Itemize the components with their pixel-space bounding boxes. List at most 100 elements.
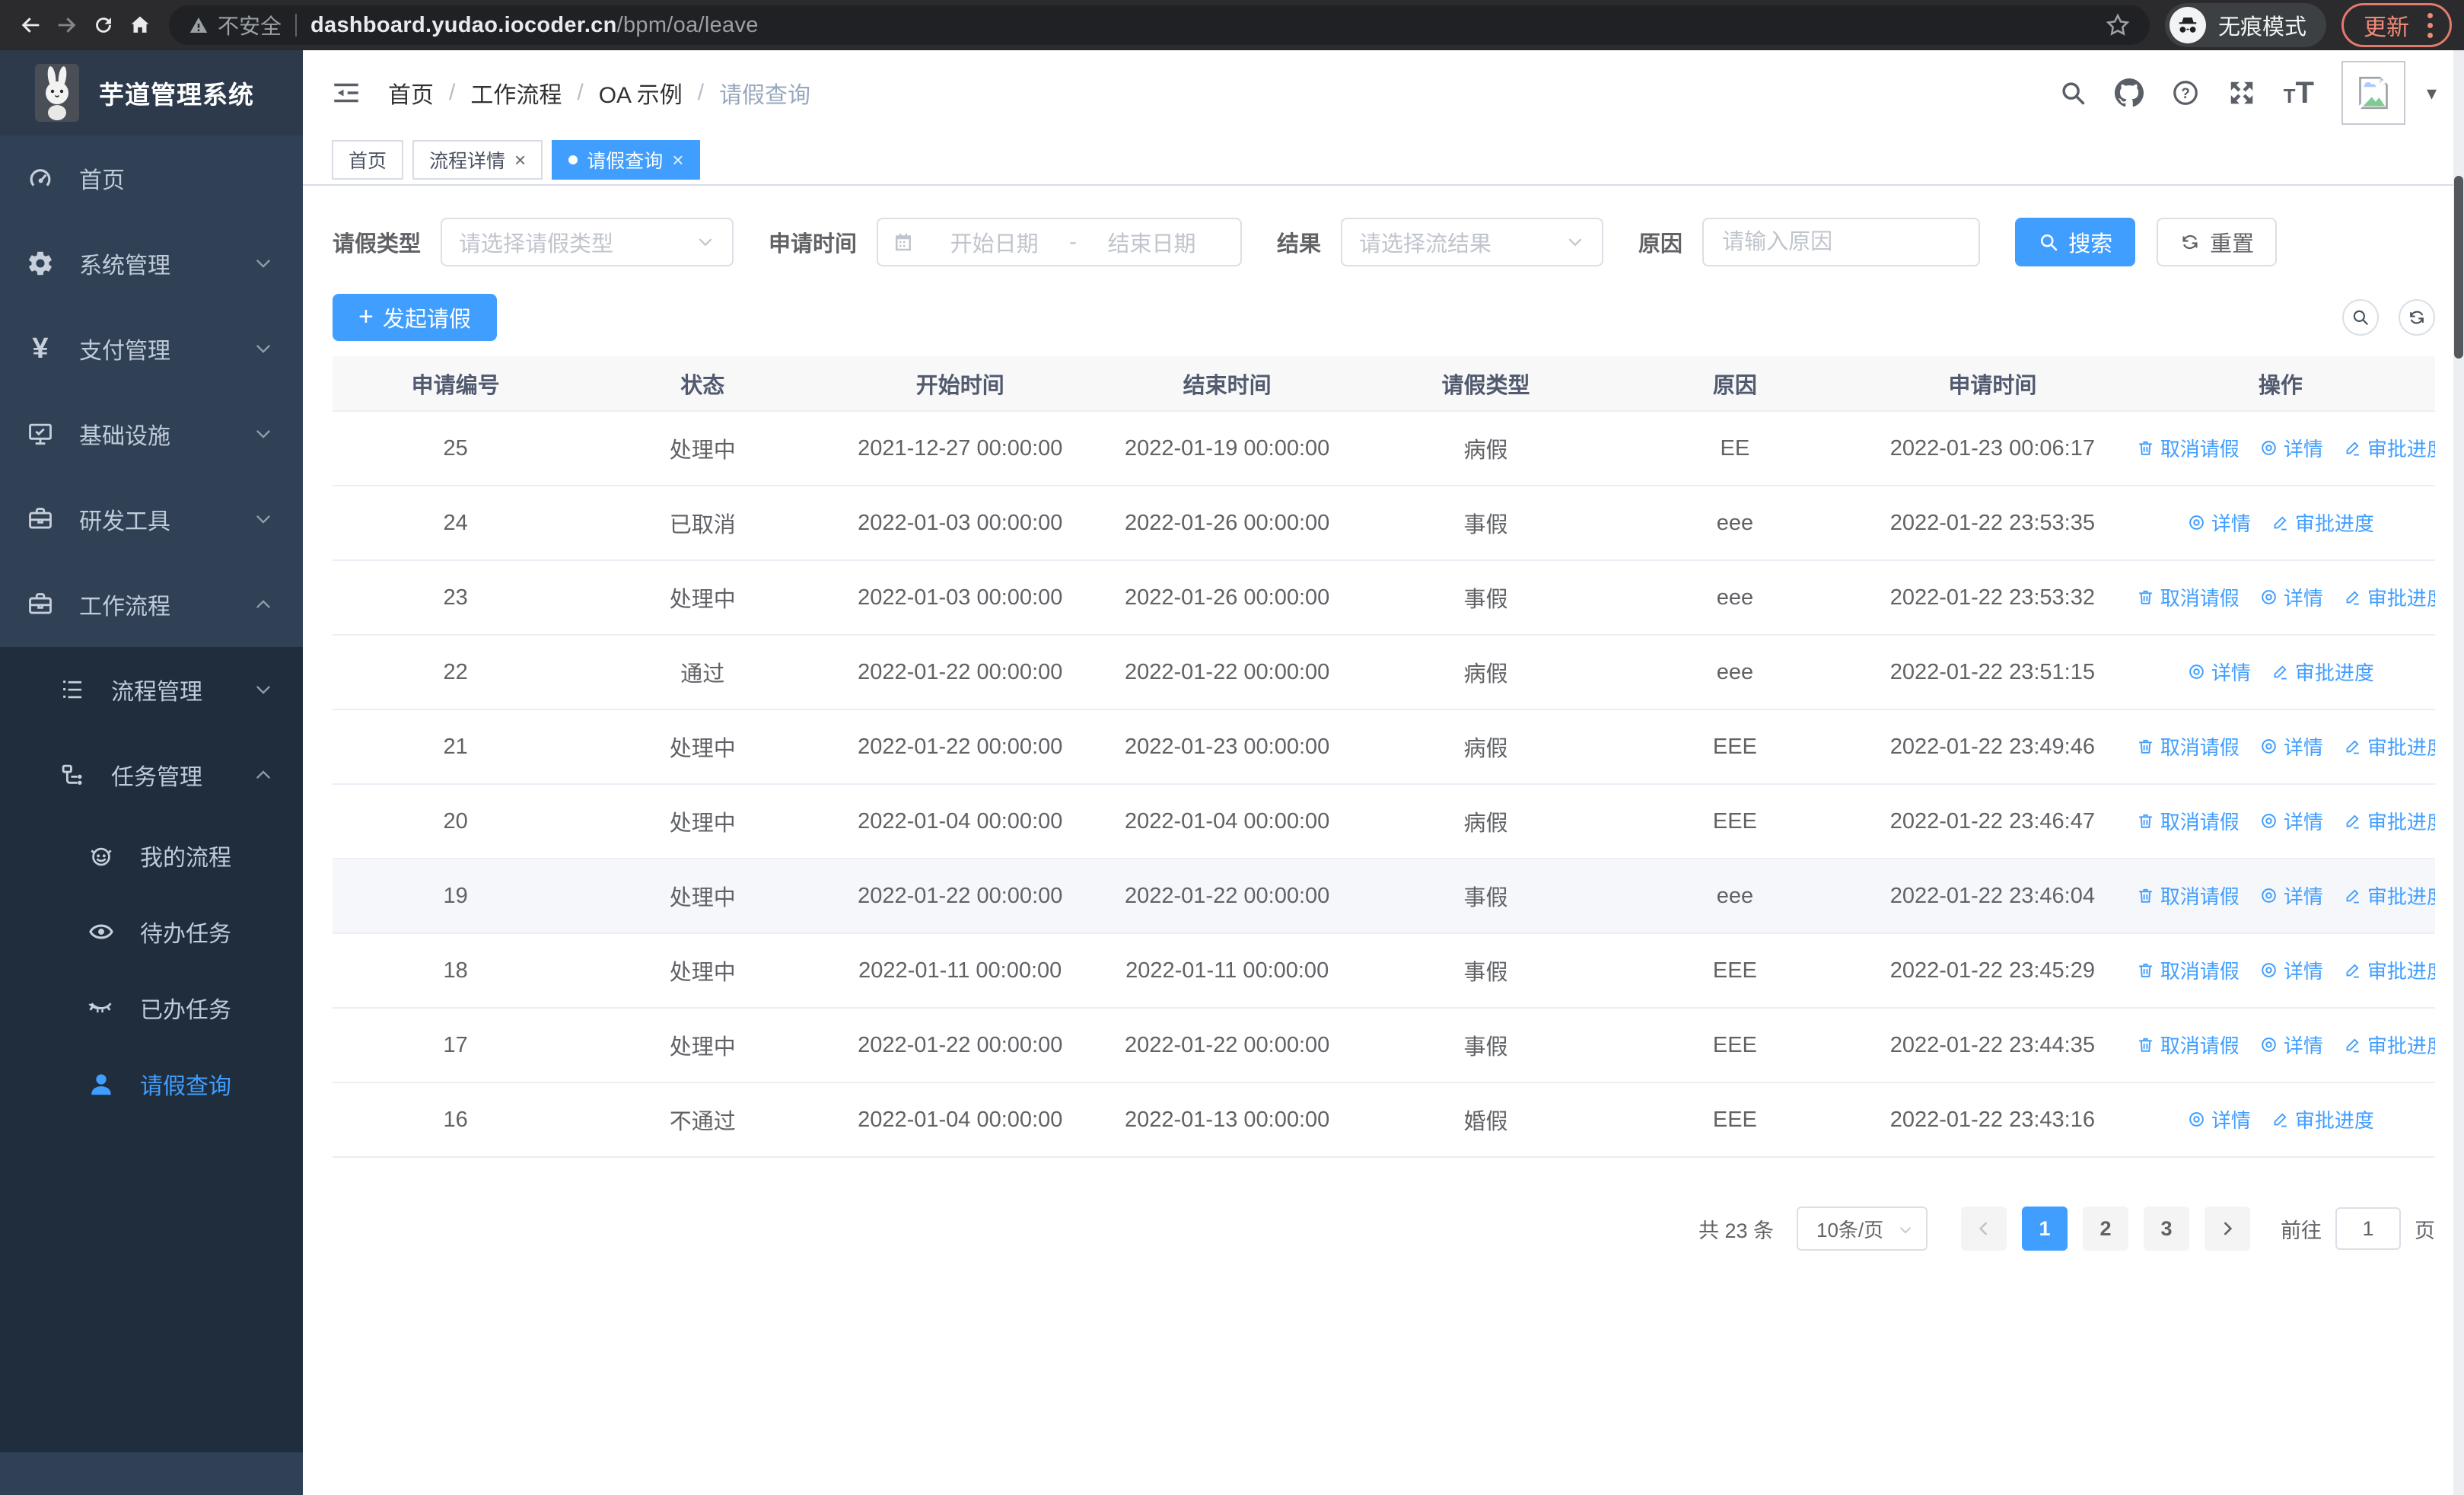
date-range-separator: - <box>1069 229 1077 254</box>
sidebar-item-label: 已办任务 <box>140 998 231 1023</box>
tab-请假查询[interactable]: 请假查询 × <box>552 140 701 180</box>
progress-action-link[interactable]: 审批进度 <box>2343 956 2435 984</box>
detail-action-link[interactable]: 详情 <box>2259 807 2323 835</box>
cell-actions: 取消请假详情审批进度 <box>2125 709 2435 785</box>
sidebar-item-leave-query[interactable]: 请假查询 <box>0 1046 303 1122</box>
sidebar-item-my-process[interactable]: 我的流程 <box>0 818 303 894</box>
bookmark-star-icon[interactable] <box>2104 11 2131 39</box>
header-search-icon[interactable] <box>2058 78 2087 107</box>
sidebar-item-workflow[interactable]: 工作流程 <box>0 562 303 647</box>
progress-action-link[interactable]: 审批进度 <box>2271 658 2374 686</box>
goto-page-input[interactable] <box>2335 1207 2401 1250</box>
detail-action-link[interactable]: 详情 <box>2259 434 2323 462</box>
date-range-picker[interactable]: 开始日期 - 结束日期 <box>877 218 1243 266</box>
page-content: 请假类型 请选择请假类型 申请时间 开始日期 - 结束日期 结果 请选择流结果 … <box>303 186 2464 1495</box>
detail-action-link[interactable]: 详情 <box>2187 658 2251 686</box>
reload-icon[interactable] <box>85 7 122 43</box>
detail-action-link[interactable]: 详情 <box>2259 956 2323 984</box>
detail-action-link[interactable]: 详情 <box>2259 881 2323 910</box>
tab-close-icon[interactable]: × <box>514 150 526 170</box>
help-icon[interactable]: ? <box>2171 78 2200 107</box>
cell-type: 病假 <box>1361 635 1611 710</box>
cancel-action-link[interactable]: 取消请假 <box>2136 807 2240 835</box>
sidebar-item-payment[interactable]: ¥ 支付管理 <box>0 306 303 391</box>
reason-input[interactable] <box>1702 218 1981 266</box>
leave-type-select[interactable]: 请选择请假类型 <box>441 218 734 266</box>
cancel-action-link[interactable]: 取消请假 <box>2136 434 2240 462</box>
page-scrollbar[interactable] <box>2453 50 2464 1495</box>
address-bar[interactable]: 不安全 dashboard.yudao.iocoder.cn/bpm/oa/le… <box>169 5 2150 45</box>
table-row: 20 处理中 2022-01-04 00:00:00 2022-01-04 00:00… <box>333 784 2435 859</box>
cancel-action-link[interactable]: 取消请假 <box>2136 881 2240 910</box>
detail-action-link[interactable]: 详情 <box>2187 508 2251 537</box>
app-logo[interactable]: 芋道管理系统 <box>0 50 303 135</box>
sidebar-item-infra[interactable]: 基础设施 <box>0 391 303 477</box>
browser-menu-icon[interactable] <box>2424 10 2436 41</box>
sidebar-item-done-tasks[interactable]: 已办任务 <box>0 970 303 1046</box>
scrollbar-thumb[interactable] <box>2454 176 2463 359</box>
cancel-action-link[interactable]: 取消请假 <box>2136 956 2240 984</box>
create-leave-button[interactable]: + 发起请假 <box>333 294 497 341</box>
breadcrumb-item[interactable]: OA 示例 <box>599 76 683 110</box>
progress-action-link[interactable]: 审批进度 <box>2343 807 2435 835</box>
fullscreen-icon[interactable] <box>2227 78 2256 107</box>
reset-button[interactable]: 重置 <box>2157 218 2278 266</box>
sidebar-item-system[interactable]: 系统管理 <box>0 221 303 306</box>
page-3-button[interactable]: 3 <box>2144 1207 2189 1251</box>
breadcrumb-item[interactable]: 工作流程 <box>470 76 562 110</box>
detail-action-link[interactable]: 详情 <box>2259 732 2323 760</box>
progress-action-link[interactable]: 审批进度 <box>2343 1031 2435 1059</box>
github-icon[interactable] <box>2114 78 2144 107</box>
show-search-icon[interactable] <box>2342 299 2379 336</box>
tab-首页[interactable]: 首页 <box>332 140 404 180</box>
next-page-button[interactable] <box>2205 1207 2250 1251</box>
security-warning-icon[interactable] <box>187 14 210 37</box>
breadcrumb-separator: / <box>577 80 584 105</box>
cell-end: 2022-01-11 00:00:00 <box>1094 933 1361 1009</box>
cell-start: 2022-01-11 00:00:00 <box>826 933 1094 1009</box>
page-size-select[interactable]: 10条/页 <box>1797 1207 1928 1251</box>
progress-action-link[interactable]: 审批进度 <box>2271 508 2374 537</box>
breadcrumb-item[interactable]: 首页 <box>388 76 434 110</box>
progress-action-link[interactable]: 审批进度 <box>2343 732 2435 760</box>
cancel-action-link[interactable]: 取消请假 <box>2136 732 2240 760</box>
detail-action-link[interactable]: 详情 <box>2187 1105 2251 1133</box>
prev-page-button[interactable] <box>1961 1207 2007 1251</box>
cell-type: 病假 <box>1361 709 1611 785</box>
progress-action-link[interactable]: 审批进度 <box>2343 583 2435 611</box>
avatar-caret-icon[interactable]: ▾ <box>2427 81 2437 105</box>
sidebar-item-task-mgmt[interactable]: 任务管理 <box>0 732 303 818</box>
search-button[interactable]: 搜索 <box>2015 218 2136 266</box>
refresh-table-icon[interactable] <box>2399 299 2435 336</box>
sidebar-item-devtools[interactable]: 研发工具 <box>0 477 303 562</box>
avatar[interactable] <box>2341 61 2405 125</box>
back-icon[interactable] <box>12 7 49 43</box>
progress-action-link[interactable]: 审批进度 <box>2271 1105 2374 1133</box>
tab-label: 请假查询 <box>587 151 664 172</box>
page-2-button[interactable]: 2 <box>2083 1207 2128 1251</box>
cancel-action-link[interactable]: 取消请假 <box>2136 1031 2240 1059</box>
update-button[interactable]: 更新 <box>2341 3 2452 47</box>
sidebar-toggle-icon[interactable] <box>330 77 362 109</box>
sidebar-item-todo-tasks[interactable]: 待办任务 <box>0 894 303 970</box>
sidebar-item-process-mgmt[interactable]: 流程管理 <box>0 647 303 732</box>
logo-image <box>35 64 79 122</box>
cell-id: 21 <box>333 709 579 785</box>
result-select[interactable]: 请选择流结果 <box>1341 218 1604 266</box>
font-size-icon[interactable]: TT <box>2284 78 2314 108</box>
cell-end: 2022-01-22 00:00:00 <box>1094 635 1361 710</box>
progress-action-link[interactable]: 审批进度 <box>2343 434 2435 462</box>
detail-action-link[interactable]: 详情 <box>2259 1031 2323 1059</box>
incognito-icon <box>2169 7 2206 43</box>
sidebar-item-home[interactable]: 首页 <box>0 135 303 221</box>
cell-start: 2022-01-04 00:00:00 <box>826 784 1094 859</box>
home-icon[interactable] <box>122 7 158 43</box>
detail-action-link[interactable]: 详情 <box>2259 583 2323 611</box>
tab-流程详情[interactable]: 流程详情 × <box>412 140 543 180</box>
page-url[interactable]: dashboard.yudao.iocoder.cn/bpm/oa/leave <box>310 13 759 38</box>
forward-icon[interactable] <box>49 7 85 43</box>
cancel-action-link[interactable]: 取消请假 <box>2136 583 2240 611</box>
progress-action-link[interactable]: 审批进度 <box>2343 881 2435 910</box>
tab-close-icon[interactable]: × <box>672 150 683 170</box>
page-1-button[interactable]: 1 <box>2022 1207 2068 1251</box>
